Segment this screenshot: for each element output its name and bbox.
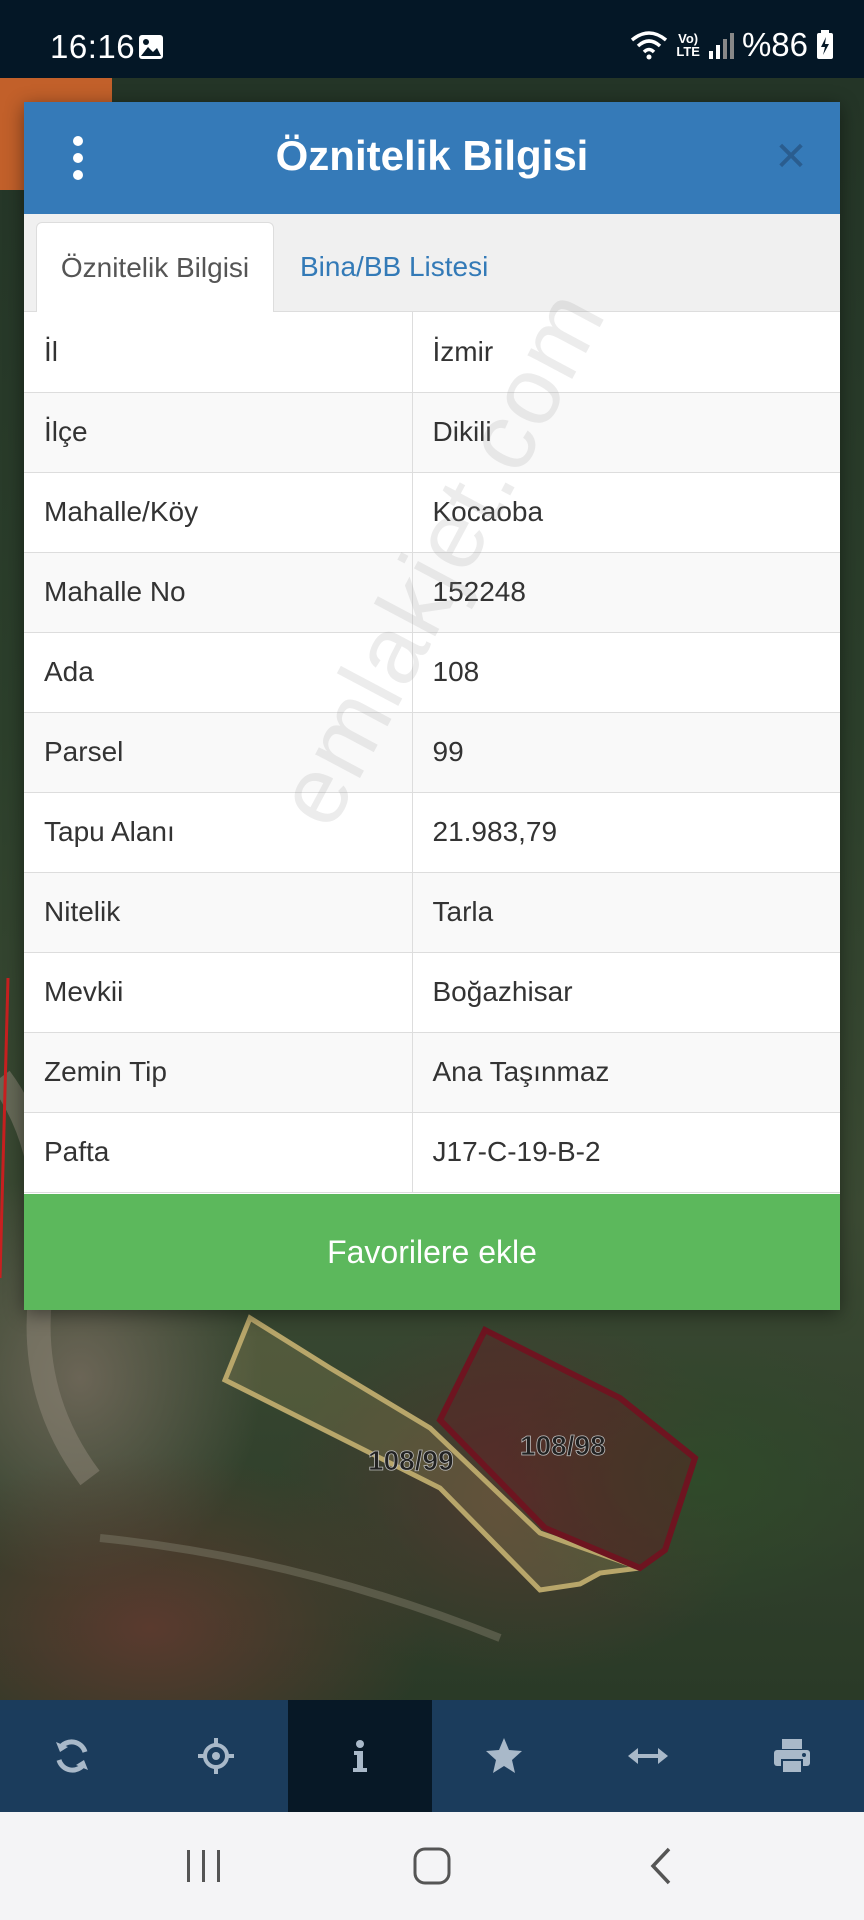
recent-apps-icon <box>187 1850 220 1882</box>
parcel-label-98: 108/98 <box>520 1430 606 1461</box>
table-row: İl İzmir <box>24 312 840 393</box>
printer-icon <box>774 1739 810 1774</box>
status-icons: Vo) LTE %86 <box>630 26 834 64</box>
wifi-icon <box>631 31 668 60</box>
attribute-key: İl <box>24 312 413 393</box>
attribute-key: Ada <box>24 632 413 713</box>
attribute-key: Mahalle/Köy <box>24 472 413 553</box>
attribute-value: İzmir <box>412 312 840 393</box>
attribute-value: Ana Taşınmaz <box>412 1032 840 1113</box>
crosshair-icon <box>198 1738 234 1774</box>
back-icon <box>650 1847 671 1885</box>
volte-icon: Vo) LTE <box>676 31 700 59</box>
attribute-key: Nitelik <box>24 872 413 953</box>
back-button[interactable] <box>620 1836 700 1896</box>
attribute-key: Tapu Alanı <box>24 792 413 873</box>
table-row: Pafta J17-C-19-B-2 <box>24 1112 840 1193</box>
table-row: Mahalle/Köy Kocaoba <box>24 472 840 553</box>
home-button[interactable] <box>392 1836 472 1896</box>
dialog-header: Öznitelik Bilgisi ✕ <box>24 102 840 214</box>
battery-charging-icon <box>817 30 833 59</box>
table-row: Nitelik Tarla <box>24 872 840 953</box>
attribute-value: Kocaoba <box>412 472 840 553</box>
attribute-key: Zemin Tip <box>24 1032 413 1113</box>
image-notification-icon <box>139 35 163 59</box>
attribute-value: 108 <box>412 632 840 713</box>
table-row: Parsel 99 <box>24 712 840 793</box>
info-button[interactable] <box>288 1700 432 1812</box>
refresh-button[interactable] <box>0 1700 144 1812</box>
bottom-toolbar <box>0 1700 864 1812</box>
arrows-horizontal-icon <box>628 1748 668 1764</box>
attribute-value: 21.983,79 <box>412 792 840 873</box>
attribute-value: Boğazhisar <box>412 952 840 1033</box>
parcel-label-99: 108/99 <box>368 1445 454 1476</box>
print-button[interactable] <box>720 1700 864 1812</box>
tab-building-list[interactable]: Bina/BB Listesi <box>280 222 508 312</box>
table-row: İlçe Dikili <box>24 392 840 473</box>
attribute-value: Tarla <box>412 872 840 953</box>
tab-attribute-info[interactable]: Öznitelik Bilgisi <box>36 222 274 312</box>
attribute-value: J17-C-19-B-2 <box>412 1112 840 1193</box>
measure-button[interactable] <box>576 1700 720 1812</box>
star-icon <box>486 1738 522 1773</box>
attribute-table: İl İzmir İlçe Dikili Mahalle/Köy Kocaoba Mahal… <box>24 312 840 1193</box>
status-time: 16:16 <box>50 28 136 65</box>
attribute-value: 99 <box>412 712 840 793</box>
attribute-key: Mahalle No <box>24 552 413 633</box>
favorites-button[interactable] <box>432 1700 576 1812</box>
battery-percent: %86 <box>741 26 808 63</box>
attribute-key: Parsel <box>24 712 413 793</box>
table-row: Mahalle No 152248 <box>24 552 840 633</box>
close-icon[interactable]: ✕ <box>772 137 810 177</box>
locate-button[interactable] <box>144 1700 288 1812</box>
table-row: Ada 108 <box>24 632 840 713</box>
refresh-icon <box>56 1739 88 1773</box>
system-navigation-bar <box>0 1812 864 1920</box>
add-to-favorites-button[interactable]: Favorilere ekle <box>24 1194 840 1310</box>
attribute-key: Pafta <box>24 1112 413 1193</box>
dialog-tabs: Öznitelik Bilgisi Bina/BB Listesi <box>24 214 840 312</box>
attribute-value: Dikili <box>412 392 840 473</box>
table-row: Mevkii Boğazhisar <box>24 952 840 1033</box>
dialog-title: Öznitelik Bilgisi <box>275 132 589 179</box>
signal-icon <box>708 33 734 59</box>
attribute-dialog: Öznitelik Bilgisi ✕ Öznitelik Bilgisi Bi… <box>24 102 840 1310</box>
attribute-key: Mevkii <box>24 952 413 1033</box>
info-icon <box>353 1740 367 1772</box>
attribute-value: 152248 <box>412 552 840 633</box>
table-row: Tapu Alanı 21.983,79 <box>24 792 840 873</box>
table-row: Zemin Tip Ana Taşınmaz <box>24 1032 840 1113</box>
attribute-key: İlçe <box>24 392 413 473</box>
home-icon <box>413 1847 451 1885</box>
recent-apps-button[interactable] <box>164 1836 244 1896</box>
